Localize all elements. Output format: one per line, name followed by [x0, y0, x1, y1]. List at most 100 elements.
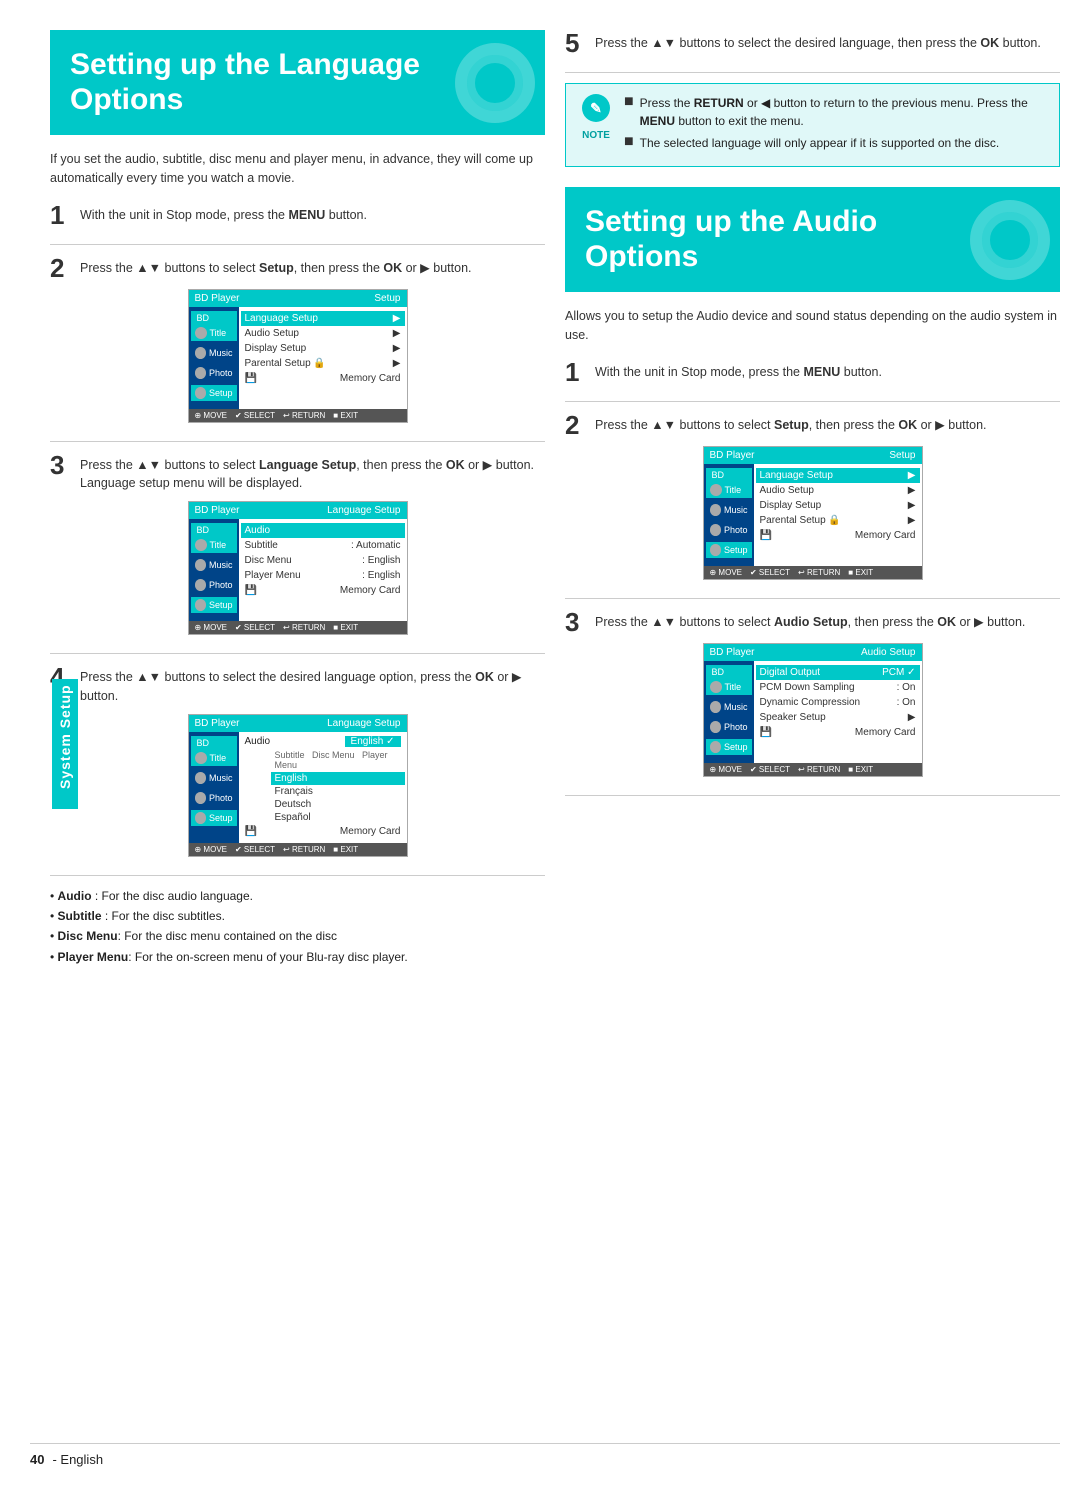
ls-header-right: Language Setup: [327, 718, 400, 729]
right-setup-menu: BD Player Setup BD Title Mus: [703, 446, 923, 580]
footer-exit: ■ EXIT: [333, 411, 358, 420]
note-content: ■ Press the RETURN or ◀ button to return…: [624, 94, 1047, 156]
audio-setup-header: BD Player Audio Setup: [704, 644, 922, 661]
title-line2: Options: [70, 83, 183, 116]
sidebar-label: System Setup: [57, 684, 73, 789]
lang-row-audio: Audio: [241, 523, 405, 538]
lang-arrow: ▶: [393, 313, 401, 324]
as-row-digital: Digital Output PCM ✓: [756, 665, 920, 680]
as-pcm-value: : On: [897, 682, 916, 693]
audio-label: Audio Setup: [245, 328, 300, 339]
right-step-number-3: 3: [565, 609, 585, 635]
l-audio-label: Audio: [245, 525, 271, 536]
l-disc-label: Disc Menu: [245, 555, 292, 566]
right-column: 5 Press the ▲▼ buttons to select the des…: [565, 30, 1060, 1457]
r-row-parental: Parental Setup 🔒 ▶: [760, 513, 916, 528]
side-tab: System Setup: [52, 679, 78, 809]
r-sidebar-setup: Setup: [706, 542, 752, 558]
ls-sidebar-music: Music: [191, 770, 237, 786]
right-step-2-header: 2 Press the ▲▼ buttons to select Setup, …: [565, 412, 1060, 438]
step-number-5: 5: [565, 30, 585, 56]
ls-audio-col: Audio: [245, 736, 271, 747]
r-sidebar-title: Title: [706, 482, 752, 498]
memory-icon-small: 💾: [245, 373, 257, 384]
intro-text: If you set the audio, subtitle, disc men…: [50, 150, 545, 188]
ls-footer: ⊕ MOVE ✔ SELECT ↩ RETURN ■ EXIT: [189, 843, 407, 856]
step-2-text: Press the ▲▼ buttons to select Setup, th…: [80, 255, 472, 278]
right-step-2: 2 Press the ▲▼ buttons to select Setup, …: [565, 412, 1060, 599]
bullet-list: • Audio : For the disc audio language. •…: [50, 886, 545, 968]
ls-subtitle-row: Subtitle Disc Menu Player Menu: [275, 750, 401, 770]
lang-english: English: [271, 772, 405, 785]
r-setup-body: BD Title Music Photo: [704, 464, 922, 566]
lang-sidebar-setup: Setup: [191, 597, 237, 613]
page-container: System Setup Setting up the Language Opt…: [0, 0, 1080, 1487]
step-4: 4 Press the ▲▼ buttons to select the des…: [50, 664, 545, 876]
setup-menu-body: BD Title Music Photo: [189, 307, 407, 409]
lang-menu-header-left: BD Player: [195, 505, 240, 516]
note-icon-area: ✎ NOTE: [578, 94, 614, 156]
ls-sidebar-title: Title: [191, 750, 237, 766]
title-line1: Setting up the Language: [70, 48, 420, 81]
r-row-display: Display Setup ▶: [760, 498, 916, 513]
note-item-2: ■ The selected language will only appear…: [624, 134, 1047, 152]
r-setup-content: Language Setup ▶ Audio Setup ▶ Display S…: [754, 464, 922, 566]
page-footer: 40 - English: [30, 1443, 1060, 1467]
r-setup-footer: ⊕ MOVE ✔ SELECT ↩ RETURN ■ EXIT: [704, 566, 922, 579]
setup-menu-content: Language Setup ▶ Audio Setup ▶ Display S…: [239, 307, 407, 409]
sidebar-item-title: Title: [191, 325, 237, 341]
page-number: 40: [30, 1452, 44, 1467]
parental-label: Parental Setup 🔒: [245, 358, 326, 369]
setup-menu-mockup: BD Player Setup BD Title Mus: [188, 289, 408, 423]
as-header-right: Audio Setup: [861, 647, 916, 658]
right-step-3-text: Press the ▲▼ buttons to select Audio Set…: [595, 609, 1025, 632]
step-1: 1 With the unit in Stop mode, press the …: [50, 202, 545, 245]
step-number-1: 1: [50, 202, 70, 228]
left-column: Setting up the Language Options If you s…: [50, 30, 545, 1457]
ls-sidebar-photo: Photo: [191, 790, 237, 806]
audio-arrow: ▶: [393, 328, 401, 339]
lang-francais: Français: [275, 785, 401, 798]
as-sidebar-music: Music: [706, 699, 752, 715]
lang-row-subtitle: Subtitle : Automatic: [245, 538, 401, 553]
l-player-label: Player Menu: [245, 570, 301, 581]
ls-sidebar-setup: Setup: [191, 810, 237, 826]
l-sub-value: : Automatic: [351, 540, 400, 551]
l-disc-value: : English: [362, 555, 400, 566]
lang-menu-sidebar: BD Title Music Photo: [189, 519, 239, 621]
lang-title-icon: [195, 539, 207, 551]
menu-sidebar: BD Title Music Photo: [189, 307, 239, 409]
audio-title-line2: Options: [585, 240, 698, 273]
lang-bd-row: BD: [191, 523, 237, 537]
page-lang: - English: [52, 1452, 103, 1467]
as-row-memory: 💾 Memory Card: [760, 725, 916, 740]
as-dyn-label: Dynamic Compression: [760, 697, 861, 708]
lang-row-disc: Disc Menu : English: [245, 553, 401, 568]
bd-row: BD: [191, 311, 237, 325]
lang-memory-label: Memory Card: [340, 585, 401, 596]
as-row-dynamic: Dynamic Compression : On: [760, 695, 916, 710]
setup-icon: [195, 387, 206, 399]
as-memory-label: Memory Card: [855, 727, 916, 738]
right-step-number-1: 1: [565, 359, 585, 385]
as-spk-label: Speaker Setup: [760, 712, 826, 723]
ls-english-selected: English ✓: [345, 736, 401, 747]
lang-sidebar-music: Music: [191, 557, 237, 573]
as-content: Digital Output PCM ✓ PCM Down Sampling :…: [754, 661, 922, 763]
sidebar-item-photo: Photo: [191, 365, 237, 381]
right-step-1-header: 1 With the unit in Stop mode, press the …: [565, 359, 1060, 385]
step-3: 3 Press the ▲▼ buttons to select Languag…: [50, 452, 545, 655]
r-sidebar-photo: Photo: [706, 522, 752, 538]
note-bullet-2: ■: [624, 134, 634, 152]
as-sidebar-title: Title: [706, 679, 752, 695]
lang-setup-menu-header: BD Player Language Setup: [189, 502, 407, 519]
sidebar-photo-label: Photo: [209, 368, 233, 378]
right-step-1: 1 With the unit in Stop mode, press the …: [565, 359, 1060, 402]
lang-music-icon: [195, 559, 206, 571]
footer-move: ⊕ MOVE: [195, 411, 227, 420]
sidebar-item-music: Music: [191, 345, 237, 361]
step-number-3: 3: [50, 452, 70, 478]
step-1-header: 1 With the unit in Stop mode, press the …: [50, 202, 545, 228]
note-text-2: The selected language will only appear i…: [640, 134, 1000, 152]
lang-setup-content: Audio Subtitle : Automatic Disc Menu : E…: [239, 519, 407, 621]
